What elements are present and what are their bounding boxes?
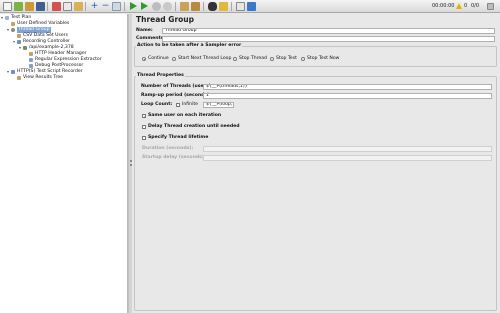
copy-icon[interactable] [63,2,72,11]
checkbox-label: Specify Thread lifetime [148,135,209,140]
thread-lifetime-checkbox[interactable]: Specify Thread lifetime [142,135,208,141]
open-icon[interactable] [25,2,34,11]
comments-label: Comments: [136,36,166,41]
threads-field[interactable]: ${__P(threads,1)} [203,84,492,90]
header-manager-icon [29,52,33,56]
thread-group-panel: Thread Group Name: Thread Group Comments… [132,14,500,313]
radio-label: Stop Thread [239,56,267,61]
toggle-icon[interactable] [112,2,121,11]
warning-count: 0 [464,3,468,9]
tree-item-view-results-tree[interactable]: View Results Tree [17,75,63,81]
extractor-icon [29,58,33,62]
rampup-label: Ramp-up period (seconds): [141,93,212,98]
radio-start-next-thread-loop[interactable]: Start Next Thread Loop [172,56,231,62]
search-icon[interactable] [208,2,217,11]
start-no-pauses-icon[interactable] [141,2,148,10]
function-helper-icon[interactable] [236,2,245,11]
new-plan-icon[interactable] [3,2,12,11]
threads-label: Number of Threads (users): [141,84,213,89]
name-field[interactable]: Thread Group [162,28,495,34]
startup-delay-label: Startup delay (seconds): [142,155,206,160]
loop-count-field[interactable]: ${__P(loop,1)} [203,102,234,108]
checkbox-icon [142,125,146,129]
rampup-field[interactable]: 1 [203,93,492,99]
checkbox-label: Delay Thread creation until needed [148,124,240,129]
reset-search-icon[interactable] [219,2,228,11]
results-tree-icon [17,76,21,80]
jmeter-window: + − 00:00:00 0 0/0 ▾ Test Plan User Defi… [0,0,500,313]
thread-properties-group [134,76,497,311]
checkbox-icon [176,103,180,107]
thread-counts: 0/0 [471,3,480,9]
radio-stop-thread[interactable]: Stop Thread [233,56,267,62]
clear-icon[interactable] [180,2,189,11]
sampler-error-group-title: Action to be taken after a Sampler error [136,43,243,49]
radio-label: Start Next Thread Loop [178,56,232,61]
radio-icon [301,57,305,61]
cut-icon[interactable] [52,2,61,11]
radio-icon [233,57,237,61]
radio-label: Stop Test [276,56,297,61]
test-plan-tree: ▾ Test Plan User Defined Variables ▾ Thr… [0,14,128,313]
paste-icon[interactable] [74,2,83,11]
toolbar-separator [203,2,204,11]
infinite-checkbox[interactable]: Infinite [176,102,198,108]
collapse-toggle-icon[interactable]: ▾ [13,40,16,44]
toolbar-separator [85,2,86,11]
collapse-toggle-icon[interactable]: ▾ [19,46,22,50]
stop-icon[interactable] [152,2,161,11]
recorder-icon [11,70,15,74]
name-label: Name: [136,28,153,33]
toolbar-separator [124,2,125,11]
toolbar-separator [175,2,176,11]
radio-continue[interactable]: Continue [142,56,169,62]
same-user-checkbox[interactable]: ✓ Same user on each iteration [142,113,221,119]
delay-thread-creation-checkbox[interactable]: Delay Thread creation until needed [142,124,240,130]
checkbox-icon [142,136,146,140]
thread-properties-title: Thread Properties [136,73,185,79]
clear-all-icon[interactable] [191,2,200,11]
test-plan-icon [5,16,9,20]
shutdown-icon[interactable] [163,2,172,11]
controller-icon [17,40,21,44]
duration-field[interactable] [203,146,492,152]
help-icon[interactable] [247,2,256,11]
startup-delay-field[interactable] [203,155,492,161]
toolbar-separator [231,2,232,11]
elapsed-timer: 00:00:00 [432,3,455,9]
collapse-toggle-icon[interactable]: ▾ [7,28,10,32]
checkbox-label: Same user on each iteration [148,113,222,118]
radio-selected-icon [142,57,146,61]
collapse-toggle-icon[interactable]: ▾ [7,70,10,74]
duration-label: Duration (seconds): [142,146,194,151]
toolbar-separator [47,2,48,11]
expand-icon[interactable]: + [90,2,99,11]
radio-label: Continue [148,56,169,61]
thread-group-icon [11,28,15,32]
variables-icon [11,22,15,26]
radio-stop-test[interactable]: Stop Test [270,56,297,62]
checkbox-checked-icon: ✓ [142,114,147,119]
templates-icon[interactable] [14,2,23,11]
debug-icon [29,64,33,68]
radio-icon [172,57,176,61]
sampler-icon [23,46,27,50]
loop-count-label: Loop Count: [141,102,173,107]
status-square-icon [487,3,494,10]
start-icon[interactable] [130,2,137,10]
tree-item-label: View Results Tree [23,75,63,80]
csv-icon [17,34,21,38]
warning-icon[interactable] [456,3,462,9]
comments-field[interactable] [162,36,495,42]
radio-stop-test-now[interactable]: Stop Test Now [301,56,339,62]
checkbox-label: Infinite [182,102,198,107]
collapse-toggle-icon[interactable]: ▾ [1,16,4,20]
radio-label: Stop Test Now [307,56,340,61]
toolbar: + − 00:00:00 0 0/0 [0,0,500,13]
radio-icon [270,57,274,61]
collapse-icon[interactable]: − [101,2,110,11]
page-title: Thread Group [136,15,194,24]
save-icon[interactable] [36,2,45,11]
